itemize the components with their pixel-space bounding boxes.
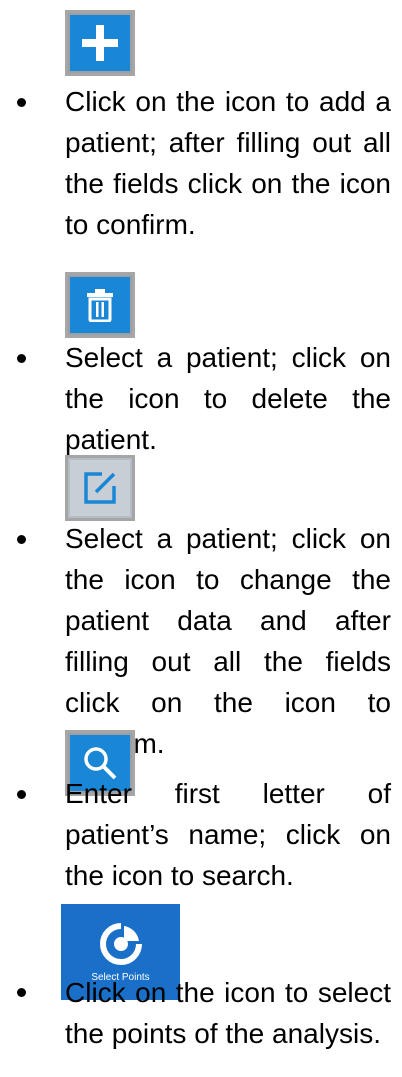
- trash-icon[interactable]: [65, 272, 135, 338]
- instruction-text: Select a patient; click on the icon to c…: [65, 523, 391, 759]
- bullet: [17, 988, 26, 997]
- instruction-text: Click on the icon to add a patient; afte…: [65, 86, 391, 240]
- bullet: [17, 98, 26, 107]
- bullet: [17, 535, 26, 544]
- plus-icon[interactable]: [65, 10, 135, 76]
- bullet: [17, 354, 26, 363]
- bullet: [17, 790, 26, 799]
- instruction-text: Click on the icon to select the points o…: [65, 977, 391, 1049]
- edit-icon[interactable]: [65, 455, 135, 521]
- instruction-text: Enter first letter of patient’s name; cl…: [65, 778, 391, 891]
- instruction-text: Select a patient; click on the icon to d…: [65, 342, 391, 455]
